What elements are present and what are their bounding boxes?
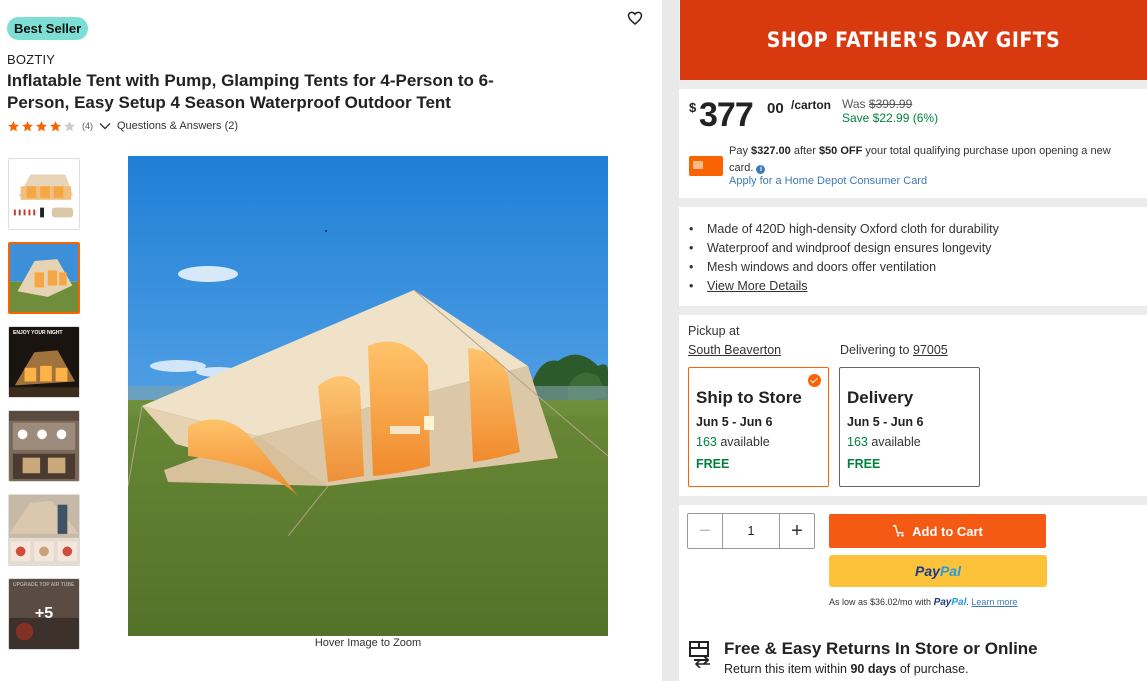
thumbnail-3[interactable]: ENJOY YOUR NIGHT (8, 326, 80, 398)
thumbnail-4[interactable] (8, 410, 80, 482)
star-empty-icon (64, 120, 75, 131)
quantity-stepper: − 1 + (687, 513, 817, 549)
spacer (679, 615, 1147, 624)
cart-icon (892, 525, 904, 537)
section-divider (679, 496, 1147, 505)
best-seller-badge: Best Seller (7, 17, 89, 40)
zip-code-link[interactable]: 97005 (913, 343, 948, 357)
view-more-details-link[interactable]: View More Details (707, 279, 808, 293)
star-filled-icon (8, 120, 19, 131)
pickup-label: Pickup at (688, 324, 740, 338)
home-depot-card-image (689, 156, 723, 176)
brand-name[interactable]: BOZTIY (7, 52, 55, 67)
option-cost: FREE (847, 457, 881, 471)
column-divider (662, 0, 679, 681)
price-currency: $ (689, 100, 697, 115)
option-dates: Jun 5 - Jun 6 (847, 415, 924, 429)
hover-to-zoom-hint: Hover Image to Zoom (314, 637, 422, 649)
thumbnail-5[interactable] (8, 494, 80, 566)
option-cost: FREE (696, 457, 730, 471)
view-more-item: View More Details (689, 279, 1139, 298)
quantity-input[interactable]: 1 (722, 513, 780, 549)
price-integer: 377 (699, 96, 754, 134)
review-count[interactable]: (4) (82, 121, 93, 131)
quantity-increase-button[interactable]: + (779, 513, 815, 549)
returns-title: Free & Easy Returns In Store or Online (724, 639, 1038, 658)
thumbnail-caption: ENJOY YOUR NIGHT (13, 330, 63, 336)
star-rating[interactable] (7, 120, 76, 133)
feature-bullets: Made of 420D high-density Oxford cloth f… (689, 222, 1139, 298)
learn-more-link[interactable]: Learn more (971, 597, 1017, 607)
favorite-heart-icon[interactable] (626, 9, 644, 27)
option-availability: 163 available (696, 435, 770, 449)
paypal-button[interactable]: Pay Pal (829, 555, 1047, 587)
section-divider (679, 198, 1147, 207)
thumbnail-gallery: ENJOY YOUR NIGHT UPGRADE TOP AIR TUBE +5 (8, 158, 80, 662)
section-divider (679, 306, 1147, 315)
thumbnail-1[interactable] (8, 158, 80, 230)
returns-subtitle: Return this item within 90 days of purch… (724, 662, 969, 676)
paypal-financing-note: As low as $36.02/mo with PayPal. Learn m… (829, 597, 1018, 608)
rating-row: (4) Questions & Answers (2) (7, 118, 238, 134)
thumbnail-2-selected[interactable] (8, 242, 80, 314)
add-to-cart-button[interactable]: Add to Cart (829, 514, 1046, 548)
product-media-column: Best Seller BOZTIY Inflatable Tent with … (0, 0, 662, 681)
option-title: Delivery (847, 388, 914, 407)
store-link[interactable]: South Beaverton (688, 343, 781, 357)
savings-amount: Save $22.99 (6%) (842, 111, 939, 125)
option-title: Ship to Store (696, 388, 802, 407)
returns-icon (689, 641, 710, 668)
selected-check-icon (808, 374, 821, 387)
apply-card-link[interactable]: Apply for a Home Depot Consumer Card (729, 175, 927, 187)
feature-bullet: Made of 420D high-density Oxford cloth f… (689, 222, 1139, 241)
feature-bullet: Waterproof and windproof design ensures … (689, 241, 1139, 260)
quantity-decrease-button[interactable]: − (687, 513, 723, 549)
info-icon[interactable]: i (756, 165, 766, 174)
main-product-image[interactable] (128, 156, 608, 636)
section-divider (679, 80, 1147, 89)
star-filled-icon (22, 120, 33, 131)
price-cents: 00 (767, 100, 784, 117)
card-offer-text: Pay $327.00 after $50 OFF your total qua… (729, 145, 1111, 174)
product-title: Inflatable Tent with Pump, Glamping Tent… (7, 71, 494, 112)
star-filled-icon (36, 120, 47, 131)
add-to-cart-label: Add to Cart (912, 523, 983, 539)
was-price: Was $399.99 (842, 97, 913, 111)
option-dates: Jun 5 - Jun 6 (696, 415, 773, 429)
price-unit: /carton (791, 98, 832, 112)
delivery-option[interactable]: Delivery Jun 5 - Jun 6 163 available FRE… (839, 367, 980, 487)
ship-to-store-option[interactable]: Ship to Store Jun 5 - Jun 6 163 availabl… (688, 367, 829, 487)
feature-bullet: Mesh windows and doors offer ventilation (689, 260, 1139, 279)
buy-box: SHOP FATHER'S DAY GIFTS $ 377 00 /carton… (679, 0, 1147, 681)
questions-answers-link[interactable]: Questions & Answers (2) (117, 120, 238, 132)
star-filled-icon (50, 120, 61, 131)
thumbnail-6-more[interactable]: UPGRADE TOP AIR TUBE +5 (8, 578, 80, 650)
fathers-day-promo-banner[interactable]: SHOP FATHER'S DAY GIFTS (680, 0, 1147, 80)
delivering-to: Delivering to 97005 (840, 343, 948, 357)
option-availability: 163 available (847, 435, 921, 449)
chevron-down-icon[interactable] (99, 120, 111, 132)
more-images-count[interactable]: +5 (9, 579, 79, 649)
